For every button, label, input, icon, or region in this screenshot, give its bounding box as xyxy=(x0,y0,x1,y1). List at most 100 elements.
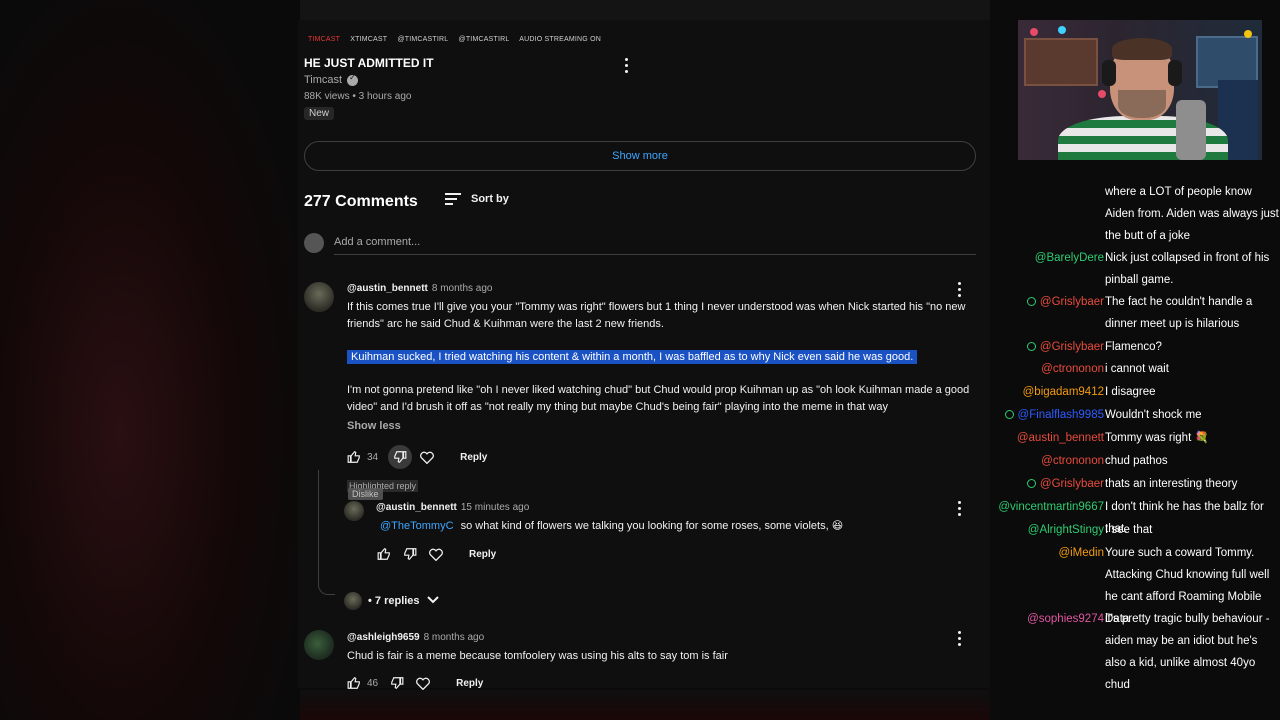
reply-time[interactable]: 15 minutes ago xyxy=(461,502,529,513)
chat-username-text: @ctrononon xyxy=(1041,363,1104,375)
chat-message-text: chud pathos xyxy=(1105,455,1168,467)
heart-icon[interactable] xyxy=(418,448,436,466)
chat-message: @Grislybaer Flamenco? xyxy=(1012,336,1280,358)
reply-button[interactable]: Reply xyxy=(460,452,487,463)
new-badge: New xyxy=(304,107,335,120)
chat-username[interactable]: @ctrononon xyxy=(1041,358,1104,380)
comment-actions: 46 Reply xyxy=(345,674,483,692)
chat-username-text: @AlrightStingy xyxy=(1027,524,1104,536)
member-badge-icon xyxy=(1026,297,1036,307)
sort-by-label: Sort by xyxy=(471,193,509,205)
reply-mention[interactable]: @TheTommyC xyxy=(380,520,454,532)
chat-message-text: Nick just collapsed in front of his pinb… xyxy=(1105,252,1270,286)
chat-message: @austin_bennett Tommy was right 💐 xyxy=(1012,427,1280,449)
chat-message: @iMedin Youre such a coward Tommy. Attack… xyxy=(1012,542,1280,625)
chat-username[interactable]: @ctrononon xyxy=(1041,450,1104,472)
dislike-icon[interactable] xyxy=(388,445,413,469)
comment-avatar[interactable] xyxy=(304,282,334,312)
reply-avatar[interactable] xyxy=(344,501,364,521)
comment-time[interactable]: 8 months ago xyxy=(424,632,485,643)
chat-username-text: @sophies9274 xyxy=(1027,613,1104,625)
reply-text: @TheTommyC so what kind of flowers we ta… xyxy=(380,518,970,535)
chat-message-text: Wouldn't shock me xyxy=(1105,409,1202,421)
comment-actions: 34 Reply xyxy=(345,445,487,469)
chat-message: @bigadam9412 I disagree xyxy=(1012,381,1280,403)
sort-by-button[interactable]: Sort by xyxy=(445,193,509,205)
chat-message: @sophies9274 it's pretty tragic bully beh… xyxy=(1012,608,1280,691)
like-icon[interactable] xyxy=(345,448,363,466)
like-icon[interactable] xyxy=(375,545,393,563)
background-bottom xyxy=(300,690,990,720)
chat-username[interactable]: @AlrightStingy xyxy=(1028,519,1104,541)
ticker-item: XTIMCAST xyxy=(350,36,388,43)
chat-username[interactable]: @austin_bennett xyxy=(1017,427,1104,449)
chat-message: where a LOT of people know Aiden from. A… xyxy=(1012,181,1280,247)
comment-author[interactable]: @ashleigh9659 xyxy=(347,632,420,643)
creator-avatar xyxy=(344,592,362,610)
chat-username-text: @Grislybaer xyxy=(1039,296,1104,308)
add-comment-underline xyxy=(334,254,976,255)
chat-message: @Finalflash9985 Wouldn't shock me xyxy=(1004,404,1280,426)
chat-message: @ctrononon i cannot wait xyxy=(1012,358,1280,380)
heart-icon[interactable] xyxy=(427,545,445,563)
reply-author[interactable]: @austin_bennett xyxy=(376,502,457,513)
add-comment-input[interactable]: Add a comment... xyxy=(334,236,420,248)
chat-message: @Grislybaer thats an interesting theory xyxy=(1012,473,1280,495)
reply-button[interactable]: Reply xyxy=(469,549,496,560)
chat-username[interactable]: @Grislybaer xyxy=(1026,336,1104,358)
chat-username-text: @austin_bennett xyxy=(1016,432,1104,444)
chat-username[interactable]: @sophies9274 xyxy=(1027,608,1104,630)
video-meta: 88K views • 3 hours ago xyxy=(304,91,412,102)
dislike-icon[interactable] xyxy=(388,674,406,692)
chat-username[interactable]: @Grislybaer xyxy=(1026,291,1104,313)
thread-line xyxy=(318,470,335,595)
like-count: 34 xyxy=(367,451,379,463)
chat-username[interactable]: @Grislybaer xyxy=(1026,473,1104,495)
show-more-button[interactable]: Show more xyxy=(304,141,976,171)
replies-toggle[interactable]: • 7 replies xyxy=(344,592,440,610)
comment-author[interactable]: @austin_bennett xyxy=(347,283,428,294)
chat-username[interactable]: @bigadam9412 xyxy=(1023,381,1104,403)
video-ticker: TIMCAST XTIMCAST @TIMCASTIRL @TIMCASTIRL… xyxy=(308,36,609,43)
chat-username[interactable]: @iMedin xyxy=(1058,542,1104,564)
comment-header: @ashleigh9659 8 months ago xyxy=(347,632,484,643)
comment-avatar[interactable] xyxy=(304,630,334,660)
chat-message-text: Tommy was right 💐 xyxy=(1105,432,1209,444)
chat-message: @AlrightStingy I see that xyxy=(1012,519,1280,541)
comments-count: 277 Comments xyxy=(304,193,418,210)
chat-username[interactable]: @Finalflash9985 xyxy=(1004,404,1104,426)
comment-time[interactable]: 8 months ago xyxy=(432,283,493,294)
chat-username[interactable]: @vincentmartin9667 xyxy=(998,496,1104,518)
chat-message-text: The fact he couldn't handle a dinner mee… xyxy=(1105,296,1253,330)
verified-icon xyxy=(347,73,359,86)
comment-menu-icon[interactable] xyxy=(958,282,962,300)
member-badge-icon xyxy=(1026,342,1036,352)
show-less-link[interactable]: Show less xyxy=(347,420,401,432)
chat-message: @vincentmartin9667 I don't think he has t… xyxy=(998,496,1280,535)
chat-username-text: @ctrononon xyxy=(1041,455,1104,467)
sort-icon xyxy=(445,193,461,205)
ticker-item: AUDIO STREAMING ON xyxy=(519,36,601,43)
video-title[interactable]: HE JUST ADMITTED IT xyxy=(304,56,434,70)
video-menu-icon[interactable] xyxy=(625,58,629,76)
channel-name[interactable]: Timcast xyxy=(304,74,342,86)
my-avatar xyxy=(304,233,324,253)
comment-menu-icon[interactable] xyxy=(958,631,962,649)
channel-row[interactable]: Timcast xyxy=(304,73,359,86)
chat-message-text: thats an interesting theory xyxy=(1105,478,1238,490)
chat-username-text: @Grislybaer xyxy=(1039,341,1104,353)
chat-message-text: it's pretty tragic bully behaviour - aid… xyxy=(1105,613,1270,691)
dislike-icon[interactable] xyxy=(401,545,419,563)
like-icon[interactable] xyxy=(345,674,363,692)
reply-menu-icon[interactable] xyxy=(958,501,962,519)
heart-icon[interactable] xyxy=(414,674,432,692)
chat-username[interactable]: @BarelyDere xyxy=(1035,247,1104,269)
background-left xyxy=(0,0,300,720)
ticker-item: @TIMCASTIRL xyxy=(397,36,449,43)
reply-button[interactable]: Reply xyxy=(456,678,483,689)
chat-message-text: where a LOT of people know Aiden from. A… xyxy=(1105,186,1279,242)
reply-actions: Reply xyxy=(375,545,496,563)
comment-text: Chud is fair is a meme because tomfooler… xyxy=(347,650,728,662)
comment-text-paragraph: I'm not gonna pretend like "oh I never l… xyxy=(347,384,970,413)
chat-message-text: Flamenco? xyxy=(1105,341,1162,353)
